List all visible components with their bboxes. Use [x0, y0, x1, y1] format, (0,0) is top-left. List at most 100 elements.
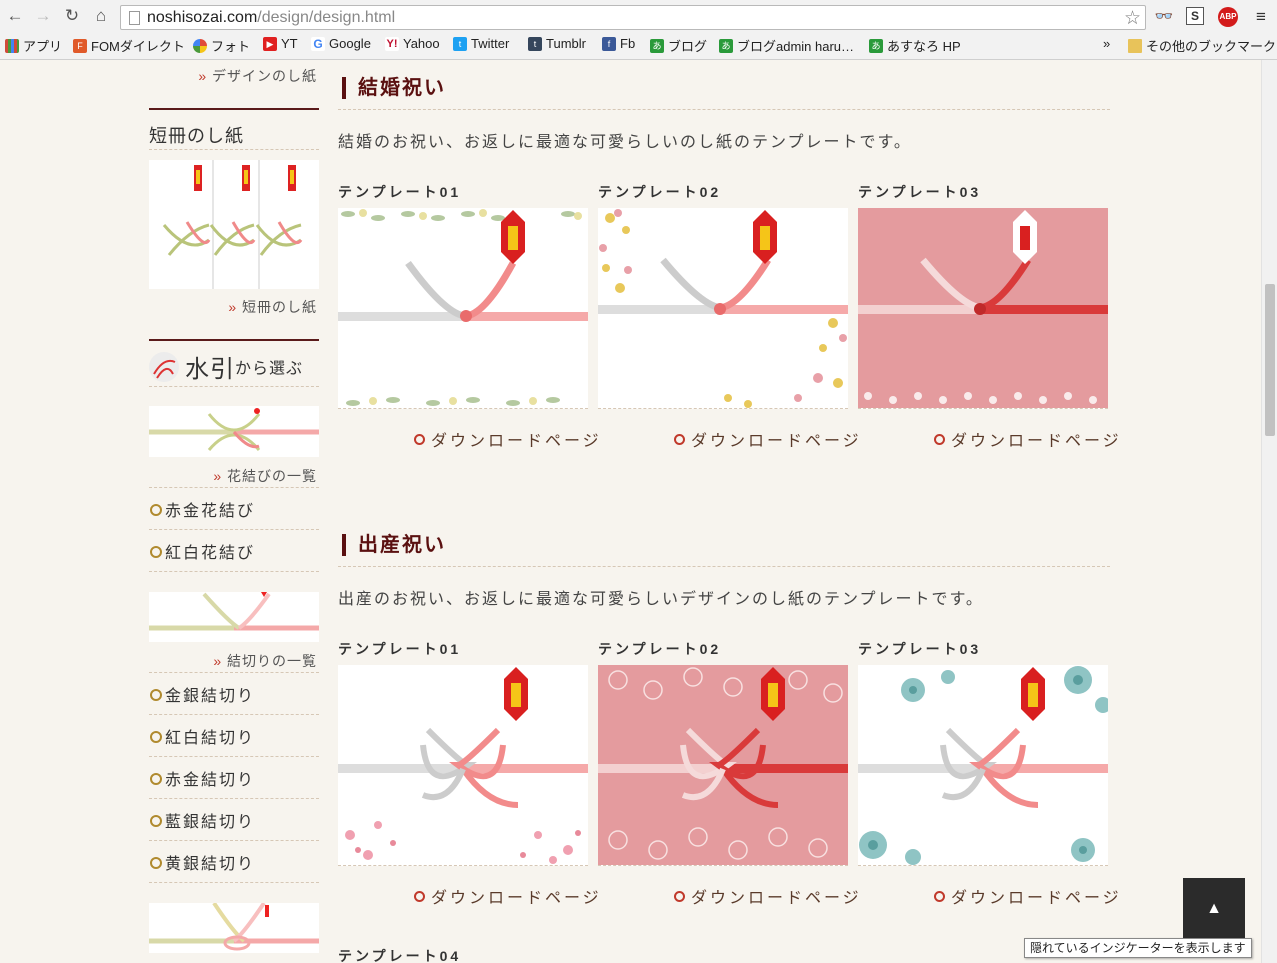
wedding-template-01-image[interactable] — [338, 208, 588, 409]
tanzaku-thumbnail[interactable] — [149, 160, 319, 289]
noshi-image — [858, 665, 1108, 865]
section-title-birth: 出産祝い — [342, 534, 446, 556]
download-link[interactable]: ダウンロードページ — [414, 427, 602, 451]
other-bookmarks[interactable]: その他のブックマーク — [1128, 36, 1276, 55]
hana-item-akakin[interactable]: 赤金花結び — [149, 497, 319, 521]
download-link[interactable]: ダウンロードページ — [414, 884, 602, 908]
hana-item-kohaku[interactable]: 紅白花結び — [149, 539, 319, 563]
divider — [149, 149, 319, 150]
bookmarks-bar: アプリ F FOMダイレクト フォト ▶ YT G Google Y! Yahoo tT… — [0, 34, 1277, 56]
awaji-thumbnail[interactable] — [149, 903, 319, 953]
template-label: テンプレート04 — [338, 948, 462, 963]
nav-row: ← → ↻ ⌂ noshisozai.com/design/design.htm… — [0, 0, 1277, 34]
divider — [149, 529, 319, 530]
s-extension-icon[interactable]: S — [1186, 7, 1204, 25]
asunaro-icon: あ — [869, 38, 883, 53]
bookmark-twitter[interactable]: t Twitter — [453, 36, 509, 51]
kiri-item-akakin[interactable]: 赤金結切り — [149, 766, 319, 790]
divider — [149, 798, 319, 799]
birth-template-02-image[interactable] — [598, 665, 848, 866]
bookmark-photo[interactable]: フォト — [193, 36, 250, 55]
kiri-item-kingin[interactable]: 金銀結切り — [149, 682, 319, 706]
noshi-image — [338, 208, 588, 408]
scrollbar-thumb[interactable] — [1265, 284, 1275, 436]
divider — [149, 487, 319, 488]
noshi-image — [598, 208, 848, 408]
facebook-icon: f — [602, 36, 616, 51]
tanzaku-image — [149, 160, 319, 289]
yahoo-icon: Y! — [385, 36, 399, 51]
bookmark-blog-admin[interactable]: あブログadmin haru… — [719, 36, 854, 55]
design-more-link[interactable]: » デザインのし紙 — [198, 66, 317, 86]
download-link[interactable]: ダウンロードページ — [934, 427, 1122, 451]
hana-thumbnail[interactable] — [149, 406, 319, 457]
reload-icon[interactable]: ↻ — [61, 5, 83, 27]
bookmark-yahoo[interactable]: Y! Yahoo — [385, 36, 440, 51]
bookmark-tumblr[interactable]: t Tumblr — [528, 36, 586, 51]
browser-chrome: ← → ↻ ⌂ noshisozai.com/design/design.htm… — [0, 0, 1277, 60]
apps-grid-icon — [5, 38, 19, 53]
divider — [149, 386, 319, 387]
address-bar[interactable]: noshisozai.com/design/design.html ☆ — [120, 5, 1146, 30]
twitter-icon: t — [453, 36, 467, 51]
noshi-image — [338, 665, 588, 865]
template-label: テンプレート03 — [858, 641, 982, 657]
divider — [338, 109, 1110, 110]
noshi-image — [858, 208, 1108, 408]
home-icon[interactable]: ⌂ — [90, 5, 112, 27]
bookmark-apps[interactable]: アプリ — [5, 36, 62, 55]
kiri-item-kohaku[interactable]: 紅白結切り — [149, 724, 319, 748]
tumblr-icon: t — [528, 36, 542, 51]
folder-icon — [1128, 38, 1142, 53]
fom-icon: F — [73, 38, 87, 53]
bookmark-yt[interactable]: ▶ YT — [263, 36, 298, 51]
hana-more-link[interactable]: » 花結びの一覧 — [213, 466, 317, 486]
bookmark-blog[interactable]: あブログ — [650, 36, 707, 55]
tanzaku-more-link[interactable]: » 短冊のし紙 — [228, 297, 317, 317]
back-to-top-button[interactable]: ▲ — [1183, 878, 1245, 940]
noshi-image — [598, 665, 848, 865]
bookmark-overflow[interactable]: » — [1103, 36, 1110, 51]
divider — [338, 566, 1110, 567]
adblock-icon[interactable]: ABP — [1218, 7, 1238, 27]
hana-musubi-image — [149, 406, 319, 457]
section-desc-birth: 出産のお祝い、お返しに最適な可愛らしいデザインのし紙のテンプレートです。 — [338, 591, 984, 608]
divider — [149, 840, 319, 841]
bookmark-star-icon[interactable]: ☆ — [1124, 7, 1141, 30]
url-text: noshisozai.com/design/design.html — [147, 9, 396, 26]
download-link[interactable]: ダウンロードページ — [674, 884, 862, 908]
kiri-item-kigin[interactable]: 黄銀結切り — [149, 850, 319, 874]
musubikiri-image — [149, 592, 319, 642]
awaji-musubi-image — [149, 903, 319, 953]
bookmark-fb[interactable]: f Fb — [602, 36, 635, 51]
divider — [149, 672, 319, 673]
tooltip: 隠れているインジケーターを表示します — [1024, 938, 1252, 958]
bookmark-fom[interactable]: F FOMダイレクト — [73, 36, 185, 55]
section-title-wedding: 結婚祝い — [342, 77, 446, 99]
bookmark-asunaro[interactable]: ああすなろ HP — [869, 36, 961, 55]
divider — [149, 882, 319, 883]
back-arrow-icon[interactable]: ← — [4, 5, 26, 27]
birth-template-01-image[interactable] — [338, 665, 588, 866]
download-link[interactable]: ダウンロードページ — [934, 884, 1122, 908]
mizuhiki-icon — [149, 351, 179, 382]
forward-arrow-icon[interactable]: → — [32, 5, 54, 27]
section-desc-wedding: 結婚のお祝い、お返しに最適な可愛らしいのし紙のテンプレートです。 — [338, 134, 912, 151]
bookmark-google[interactable]: G Google — [311, 36, 371, 51]
template-label: テンプレート03 — [858, 184, 982, 200]
tanzaku-heading: 短冊のし紙 — [149, 108, 319, 148]
incognito-glasses-icon[interactable]: 👓 — [1153, 7, 1175, 27]
scrollbar[interactable] — [1261, 60, 1277, 963]
kiri-thumbnail[interactable] — [149, 592, 319, 642]
kiri-more-link[interactable]: » 結切りの一覧 — [213, 651, 317, 671]
birth-template-03-image[interactable] — [858, 665, 1108, 866]
blog-icon: あ — [650, 38, 664, 53]
download-link[interactable]: ダウンロードページ — [674, 427, 862, 451]
youtube-icon: ▶ — [263, 36, 277, 51]
wedding-template-02-image[interactable] — [598, 208, 848, 409]
page-icon — [129, 11, 140, 25]
wedding-template-03-image[interactable] — [858, 208, 1108, 409]
template-label: テンプレート01 — [338, 641, 462, 657]
menu-icon[interactable]: ≡ — [1250, 7, 1272, 27]
kiri-item-aigin[interactable]: 藍銀結切り — [149, 808, 319, 832]
